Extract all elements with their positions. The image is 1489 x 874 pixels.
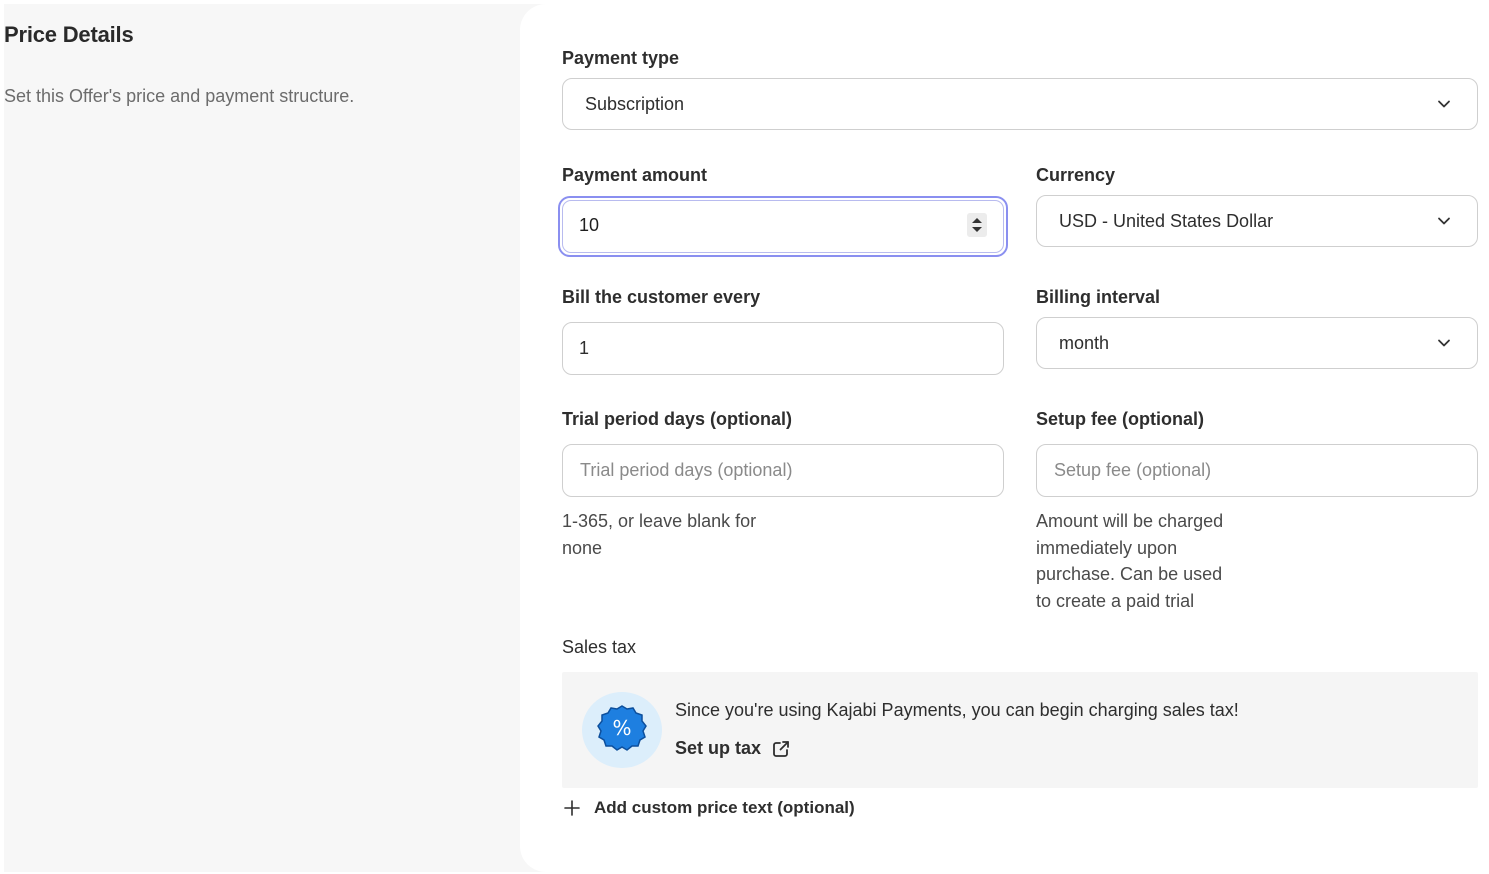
setup-fee-placeholder: Setup fee (optional)	[1054, 460, 1212, 480]
bill-every-input[interactable]: 1	[562, 322, 1004, 375]
plus-icon	[564, 800, 580, 816]
trial-help-line: none	[562, 537, 603, 558]
billing-interval-select[interactable]: month	[1036, 317, 1478, 369]
left-panel: Price Details Set this Offer's price and…	[4, 4, 564, 872]
set-up-tax-label: Set up tax	[675, 738, 762, 758]
payment-amount-inner: 10	[562, 200, 1004, 253]
billing-interval-value: month	[1059, 333, 1110, 353]
currency-label: Currency	[1036, 165, 1116, 185]
percent-badge-icon: %	[597, 705, 647, 751]
setup-help-line: purchase. Can be used	[1036, 564, 1223, 584]
bill-every-value: 1	[579, 338, 590, 358]
payment-type-value: Subscription	[585, 94, 685, 114]
trial-days-label: Trial period days (optional)	[562, 409, 793, 429]
number-stepper-icon[interactable]	[967, 213, 987, 237]
setup-fee-label: Setup fee (optional)	[1036, 409, 1204, 429]
chevron-down-icon	[1438, 100, 1450, 108]
trial-days-help: 1-365, or leave blank for none	[562, 508, 756, 561]
add-custom-price-text-button[interactable]: Add custom price text (optional)	[562, 798, 855, 818]
sales-tax-message: Since you're using Kajabi Payments, you …	[675, 700, 1239, 720]
billing-interval-label: Billing interval	[1036, 287, 1161, 307]
price-details-page: Price Details Set this Offer's price and…	[0, 0, 1489, 874]
section-description: Set this Offer's price and payment struc…	[4, 86, 355, 106]
payment-amount-input[interactable]: 10	[558, 196, 1008, 257]
payment-amount-value: 10	[579, 215, 600, 235]
external-link-icon	[773, 740, 789, 757]
trial-days-placeholder: Trial period days (optional)	[580, 460, 793, 480]
sales-tax-banner: % Since you're using Kajabi Payments, yo…	[562, 672, 1478, 788]
tax-badge: %	[582, 692, 662, 768]
sales-tax-label: Sales tax	[562, 637, 637, 657]
chevron-down-icon	[1438, 339, 1450, 347]
set-up-tax-link[interactable]: Set up tax	[675, 738, 791, 759]
chevron-down-icon	[1438, 217, 1450, 225]
currency-select[interactable]: USD - United States Dollar	[1036, 195, 1478, 247]
payment-amount-label: Payment amount	[562, 165, 708, 185]
setup-fee-input[interactable]: Setup fee (optional)	[1036, 444, 1478, 497]
currency-value: USD - United States Dollar	[1059, 211, 1274, 231]
setup-help-line: immediately upon	[1036, 537, 1178, 558]
add-custom-price-text-label: Add custom price text (optional)	[594, 798, 855, 817]
setup-help-line: Amount will be charged	[1036, 511, 1224, 531]
setup-fee-help: Amount will be charged immediately upon …	[1036, 508, 1223, 614]
section-title: Price Details	[4, 22, 134, 47]
svg-text:%: %	[612, 716, 631, 740]
trial-help-line: 1-365, or leave blank for	[562, 511, 757, 531]
setup-help-line: to create a paid trial	[1036, 590, 1195, 611]
bill-every-label: Bill the customer every	[562, 287, 761, 307]
trial-days-input[interactable]: Trial period days (optional)	[562, 444, 1004, 497]
payment-type-select[interactable]: Subscription	[562, 78, 1478, 130]
payment-type-label: Payment type	[562, 48, 680, 68]
